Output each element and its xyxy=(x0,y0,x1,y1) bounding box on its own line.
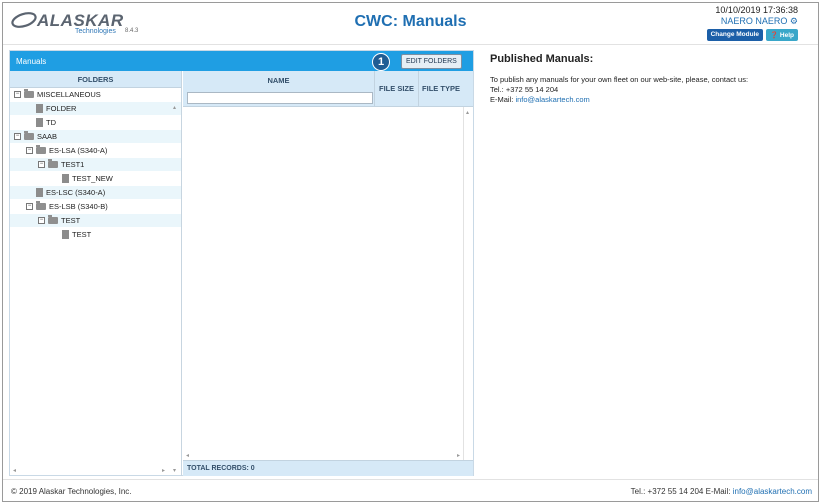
name-column-label: NAME xyxy=(267,76,290,85)
manuals-panel-title: Manuals xyxy=(16,57,47,66)
folders-tree: FOLDERS − MISCELLANEOUS FOLDER TD − SAAB − ES-L… xyxy=(10,71,182,476)
tree-item-label: ES-LSC (S340-A) xyxy=(46,188,106,197)
file-size-column-header[interactable]: FILE SIZE xyxy=(375,71,419,107)
edit-folders-button[interactable]: EDIT FOLDERS xyxy=(401,54,462,69)
user-name: NAERO NAERO xyxy=(720,16,788,26)
page-footer: © 2019 Alaskar Technologies, Inc. Tel.: … xyxy=(3,479,818,501)
tree-item-label: TEST xyxy=(61,216,81,225)
footer-email-link[interactable]: info@alaskartech.com xyxy=(733,487,812,496)
publish-email-label: E-Mail: xyxy=(490,95,514,104)
publish-tel: Tel.: +372 55 14 204 xyxy=(490,85,559,94)
tree-item[interactable]: − MISCELLANEOUS xyxy=(10,88,181,102)
tree-item[interactable]: ES-LSC (S340-A) xyxy=(10,186,181,200)
publish-email-line: E-Mail: info@alaskartech.com xyxy=(490,95,810,105)
footer-contact-text: Tel.: +372 55 14 204 E-Mail: xyxy=(630,487,731,496)
published-manuals-text: To publish any manuals for your own flee… xyxy=(490,75,810,105)
tree-item[interactable]: TD xyxy=(10,116,181,130)
scroll-down-icon[interactable]: ▾ xyxy=(173,467,176,474)
tree-item-label: TEST1 xyxy=(61,160,85,169)
collapse-toggle-icon[interactable]: − xyxy=(14,91,21,98)
grid-vertical-scrollbar[interactable]: ▴ xyxy=(463,107,473,460)
tree-item[interactable]: − ES-LSB (S340-B) xyxy=(10,200,181,214)
user-name-link[interactable]: NAERO NAERO ⚙ xyxy=(707,16,798,27)
collapse-toggle-icon[interactable]: − xyxy=(38,217,45,224)
tree-item[interactable]: TEST_NEW xyxy=(10,172,181,186)
document-icon xyxy=(62,230,69,239)
tree-item[interactable]: − ES-LSA (S340-A) xyxy=(10,144,181,158)
grid-scroll-left-icon[interactable]: ◂ xyxy=(186,452,189,459)
manuals-grid: NAME FILE SIZE FILE TYPE ▴ ◂ ▸ TOTAL REC… xyxy=(183,71,473,476)
folder-icon xyxy=(48,159,58,168)
scroll-up-icon[interactable]: ▴ xyxy=(173,104,176,111)
grid-scroll-up-icon[interactable]: ▴ xyxy=(466,109,469,116)
help-label: Help xyxy=(779,32,794,39)
gear-icon[interactable]: ⚙ xyxy=(790,16,798,26)
app-window: ALASKAR Technologies 8.4.3 CWC: Manuals … xyxy=(2,2,819,502)
total-records: TOTAL RECORDS: 0 xyxy=(183,460,473,476)
publish-instructions: To publish any manuals for your own flee… xyxy=(490,75,749,84)
step-callout-badge: 1 xyxy=(372,53,390,71)
folder-icon xyxy=(48,215,58,224)
folder-icon xyxy=(36,201,46,210)
change-module-button[interactable]: Change Module xyxy=(706,29,763,41)
help-button[interactable]: ❓ Help xyxy=(766,29,798,41)
name-filter-input[interactable] xyxy=(187,92,373,104)
grid-scroll-right-icon[interactable]: ▸ xyxy=(457,452,460,459)
published-manuals-title: Published Manuals: xyxy=(490,53,594,65)
folder-icon xyxy=(24,89,34,98)
manuals-panel: Manuals 1 EDIT FOLDERS FOLDERS − MISCELLA… xyxy=(9,50,474,476)
tree-item[interactable]: − SAAB xyxy=(10,130,181,144)
copyright: © 2019 Alaskar Technologies, Inc. xyxy=(11,487,132,496)
tree-item[interactable]: − TEST xyxy=(10,214,181,228)
folder-icon xyxy=(36,145,46,154)
document-icon xyxy=(36,104,43,113)
manuals-panel-header: Manuals 1 EDIT FOLDERS xyxy=(10,51,473,71)
current-datetime: 10/10/2019 17:36:38 xyxy=(715,5,798,15)
folder-icon xyxy=(24,131,34,140)
document-icon xyxy=(36,188,43,197)
tree-item-label: TD xyxy=(46,118,56,127)
folders-column-header: FOLDERS xyxy=(10,71,181,88)
collapse-toggle-icon[interactable]: − xyxy=(38,161,45,168)
tree-item-label: SAAB xyxy=(37,132,58,141)
tree-item-label: ES-LSA (S340-A) xyxy=(49,146,108,155)
tree-item[interactable]: − TEST1 xyxy=(10,158,181,172)
user-box: 10/10/2019 17:36:38 NAERO NAERO ⚙ Change… xyxy=(706,5,798,41)
grid-header: NAME FILE SIZE FILE TYPE xyxy=(183,71,473,107)
document-icon xyxy=(36,118,43,127)
collapse-toggle-icon[interactable]: − xyxy=(26,147,33,154)
published-manuals-section: Published Manuals: To publish any manual… xyxy=(490,53,810,105)
name-column-header[interactable]: NAME xyxy=(183,71,375,107)
tree-item-label: FOLDER xyxy=(46,104,77,113)
tree-item-label: ES-LSB (S340-B) xyxy=(49,202,108,211)
folders-horizontal-scrollbar[interactable]: ◂ ▸ ▾ xyxy=(10,466,182,476)
page-header: ALASKAR Technologies 8.4.3 CWC: Manuals … xyxy=(3,3,818,45)
scroll-left-icon[interactable]: ◂ xyxy=(13,467,16,474)
document-icon xyxy=(62,174,69,183)
file-type-column-header[interactable]: FILE TYPE xyxy=(419,71,463,107)
help-icon: ❓ xyxy=(770,32,779,39)
scroll-right-icon[interactable]: ▸ xyxy=(162,467,165,474)
page-title: CWC: Manuals xyxy=(354,13,467,30)
tree-item-label: MISCELLANEOUS xyxy=(37,90,101,99)
collapse-toggle-icon[interactable]: − xyxy=(14,133,21,140)
tree-item-label: TEST_NEW xyxy=(72,174,113,183)
tree-item-label: TEST xyxy=(72,230,92,239)
folder-tree-list: − MISCELLANEOUS FOLDER TD − SAAB − ES-LSA (S340… xyxy=(10,88,181,242)
tree-item[interactable]: TEST xyxy=(10,228,181,242)
footer-contact: Tel.: +372 55 14 204 E-Mail: info@alaska… xyxy=(631,487,812,496)
collapse-toggle-icon[interactable]: − xyxy=(26,203,33,210)
publish-email-link[interactable]: info@alaskartech.com xyxy=(515,95,589,104)
tree-item[interactable]: FOLDER xyxy=(10,102,181,116)
